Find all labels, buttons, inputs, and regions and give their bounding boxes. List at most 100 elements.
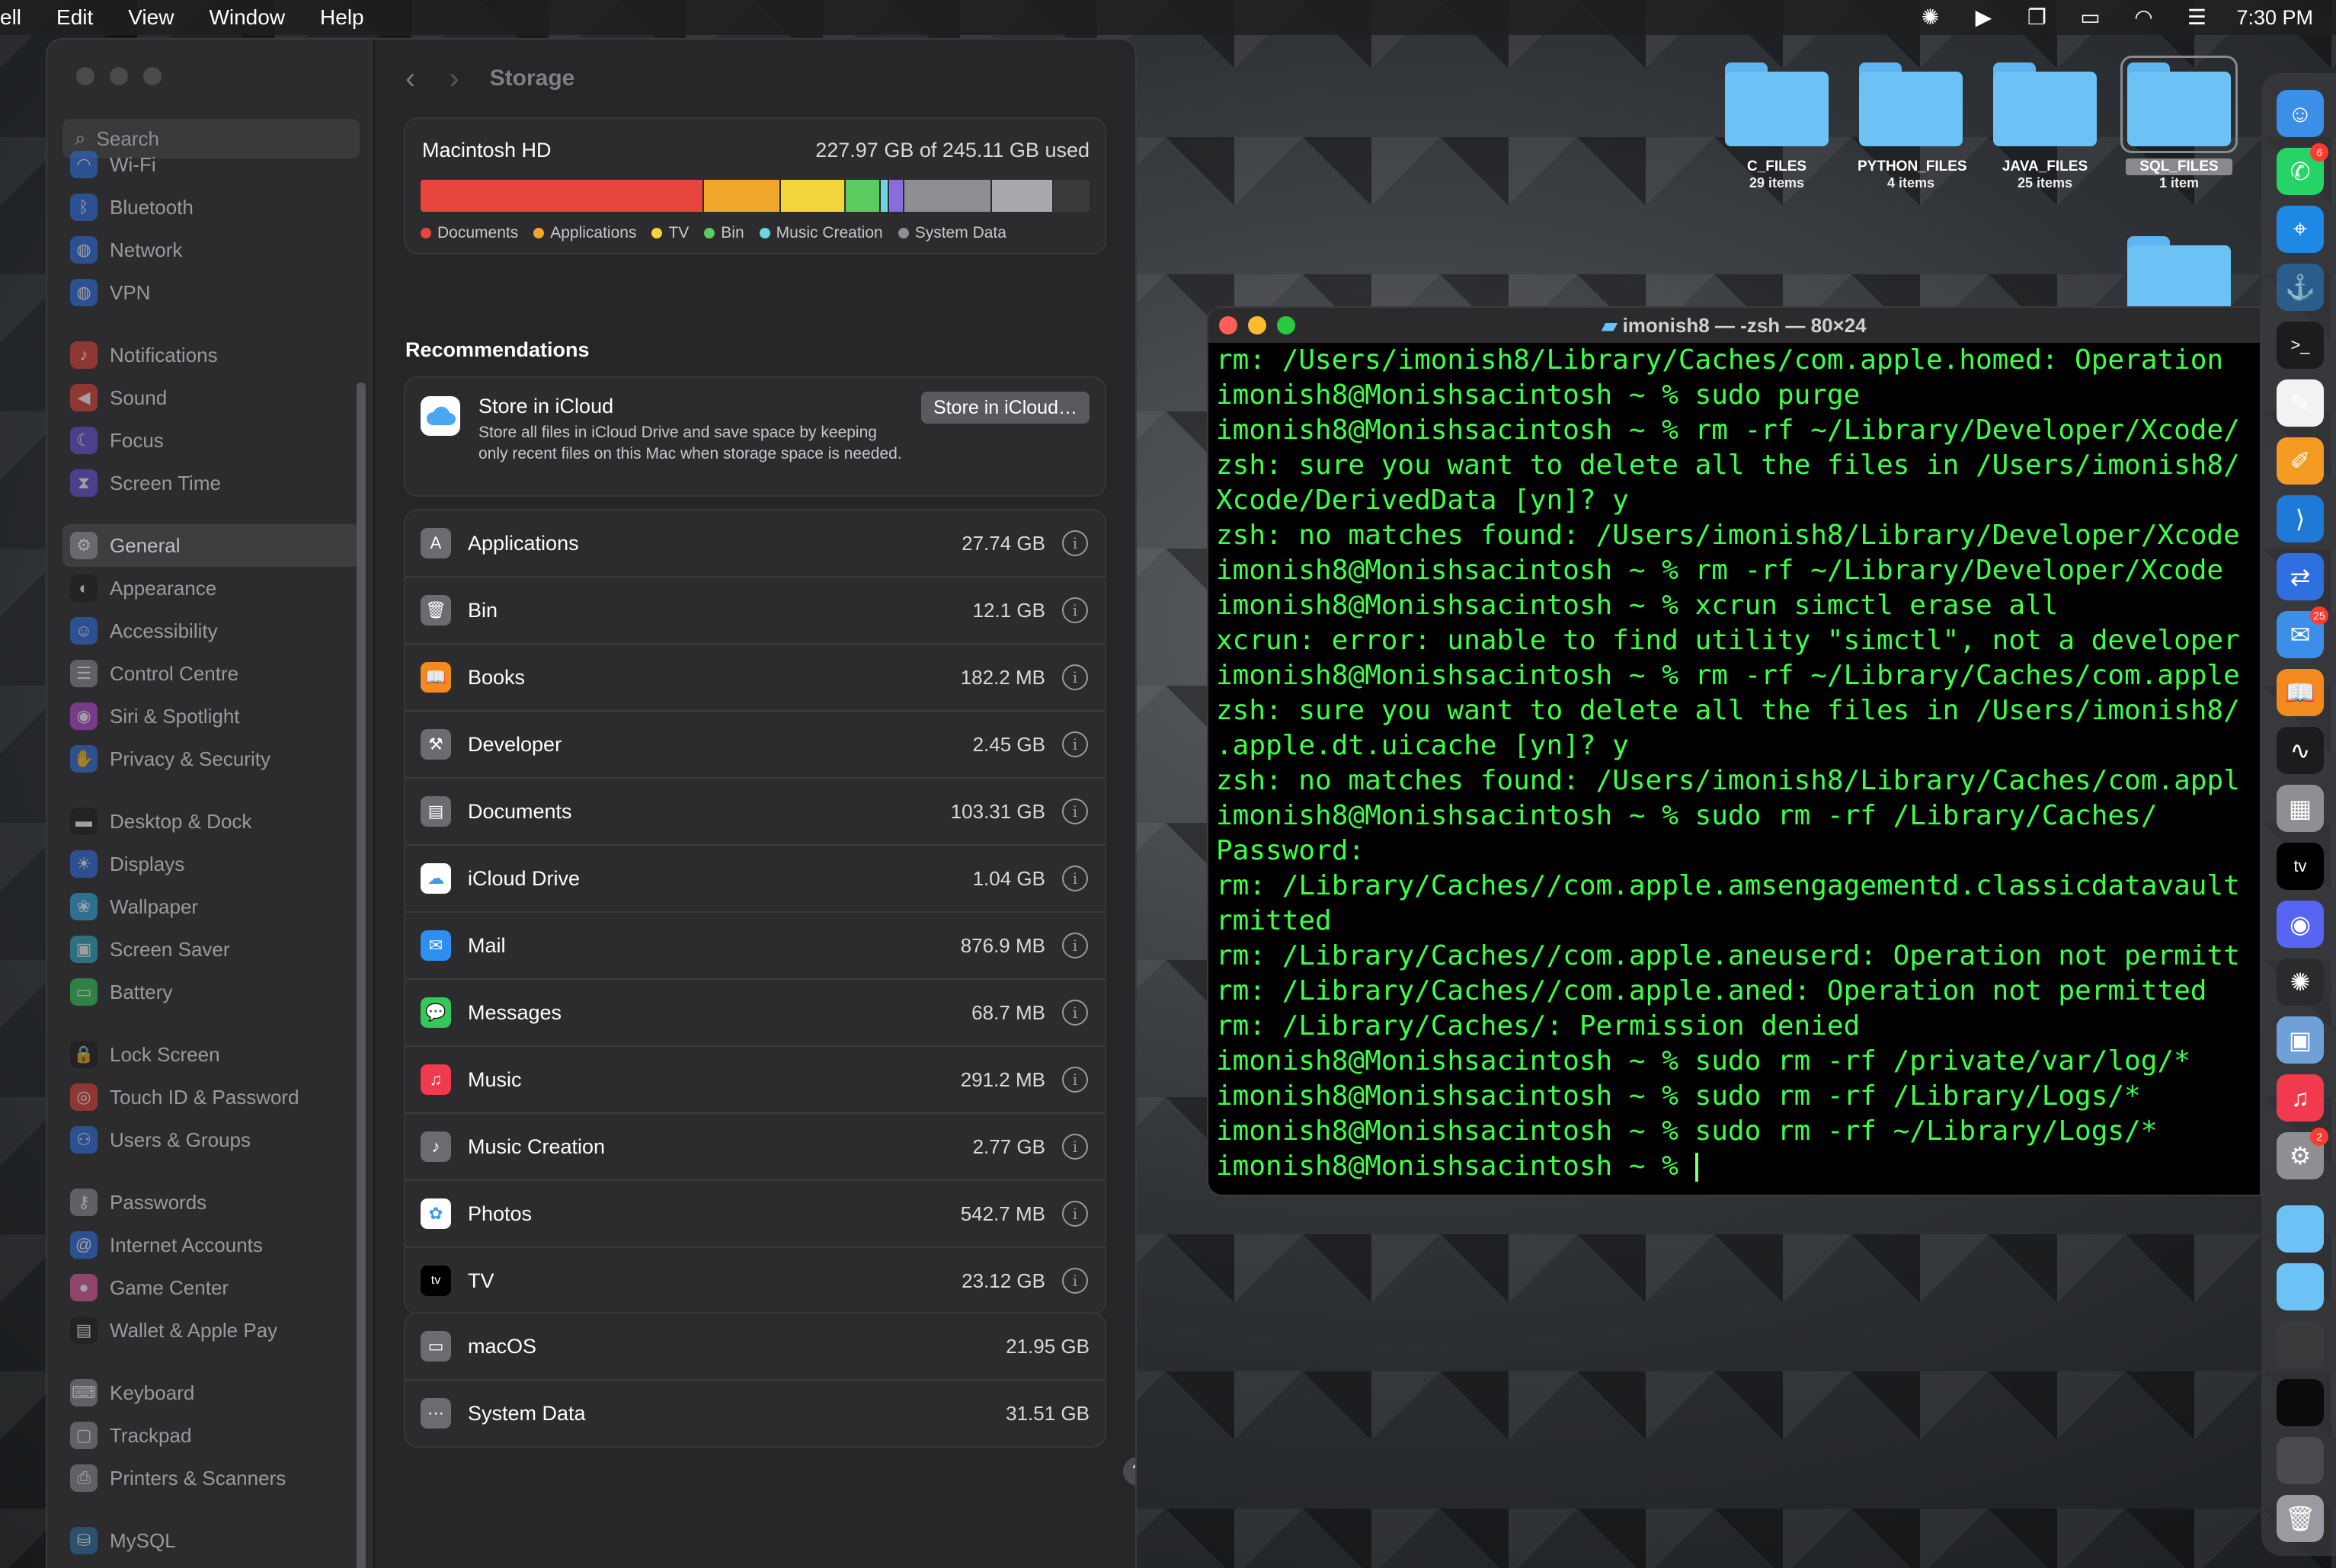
storage-row-icloud-drive[interactable]: ☁ iCloud Drive 1.04 GB i <box>405 846 1105 913</box>
info-icon[interactable]: i <box>1062 1268 1088 1294</box>
launchpad-icon[interactable]: ▦ <box>2277 785 2324 832</box>
sidebar-item-screen-time[interactable]: ⧗ Screen Time <box>62 462 360 504</box>
sidebar-item-sound[interactable]: ◀ Sound <box>62 376 360 419</box>
minimize-button[interactable] <box>110 67 128 85</box>
play-icon[interactable]: ▶ <box>1970 7 1997 28</box>
desktop-folder-c-files[interactable]: C_FILES 29 items <box>1723 62 1830 191</box>
sidebar-item-focus[interactable]: ☾ Focus <box>62 419 360 462</box>
menu-window[interactable]: Window <box>209 5 285 30</box>
clock[interactable]: 7:30 PM <box>2236 6 2313 30</box>
zoom-button[interactable] <box>143 67 162 85</box>
activity-monitor-icon[interactable]: ∿ <box>2277 727 2324 774</box>
downloads-folder-icon[interactable] <box>2277 1205 2324 1253</box>
safari-icon[interactable]: ⌖ <box>2277 206 2324 253</box>
info-icon[interactable]: i <box>1062 1134 1088 1160</box>
storage-row-documents[interactable]: ▤ Documents 103.31 GB i <box>405 779 1105 846</box>
screenshot-thumb-icon[interactable] <box>2277 1321 2324 1368</box>
sidebar-item-users-groups[interactable]: ⚇ Users & Groups <box>62 1118 360 1161</box>
chatgpt-icon[interactable]: ✺ <box>2277 958 2324 1006</box>
info-icon[interactable]: i <box>1062 866 1088 891</box>
mysql-workbench-icon[interactable]: ⚓ <box>2277 264 2324 311</box>
books-icon[interactable]: 📖 <box>2277 669 2324 716</box>
info-icon[interactable]: i <box>1062 798 1088 824</box>
sidebar-item-siri-spotlight[interactable]: ◉ Siri & Spotlight <box>62 695 360 738</box>
sidebar-item-game-center[interactable]: ● Game Center <box>62 1266 360 1309</box>
sidebar-item-displays[interactable]: ☀ Displays <box>62 843 360 885</box>
sidebar-item-accessibility[interactable]: ☺ Accessibility <box>62 610 360 652</box>
sidebar-item-internet-accounts[interactable]: @ Internet Accounts <box>62 1224 360 1266</box>
sidebar-item-vpn[interactable]: ◍ VPN <box>62 271 360 314</box>
storage-row-macos[interactable]: ▭ macOS 21.95 GB <box>405 1314 1105 1381</box>
sidebar-item-desktop-dock[interactable]: ▬ Desktop & Dock <box>62 800 360 843</box>
storage-row-messages[interactable]: 💬 Messages 68.7 MB i <box>405 980 1105 1047</box>
storage-row-mail[interactable]: ✉ Mail 876.9 MB i <box>405 913 1105 980</box>
menu-view[interactable]: View <box>128 5 174 30</box>
wifi-icon[interactable]: ◠ <box>2130 7 2157 28</box>
back-button[interactable]: ‹ <box>405 62 415 96</box>
desktop-folder-python-files[interactable]: PYTHON_FILES 4 items <box>1858 62 1967 191</box>
finder-icon[interactable]: ☺ <box>2277 90 2324 137</box>
sidebar-item-wallet-apple-pay[interactable]: ▤ Wallet & Apple Pay <box>62 1309 360 1352</box>
trash-icon[interactable]: 🗑 <box>2277 1495 2324 1542</box>
sidebar-item-notifications[interactable]: ♪ Notifications <box>62 334 360 376</box>
storage-row-tv[interactable]: tv TV 23.12 GB i <box>405 1248 1105 1314</box>
info-icon[interactable]: i <box>1062 597 1088 623</box>
store-in-icloud-button[interactable]: Store in iCloud… <box>921 392 1090 424</box>
music-thumb-icon[interactable] <box>2277 1437 2324 1484</box>
storage-row-bin[interactable]: 🗑 Bin 12.1 GB i <box>405 578 1105 645</box>
migration-icon[interactable]: ⇄ <box>2277 553 2324 600</box>
forward-button[interactable]: › <box>449 62 459 96</box>
music-icon[interactable]: ♫ <box>2277 1074 2324 1122</box>
preview-icon[interactable]: ▣ <box>2277 1016 2324 1064</box>
vscode-icon[interactable]: ⟩ <box>2277 495 2324 542</box>
sidebar-item-control-centre[interactable]: ☰ Control Centre <box>62 652 360 695</box>
apple-tv-icon[interactable]: tv <box>2277 843 2324 890</box>
info-icon[interactable]: i <box>1062 1201 1088 1227</box>
sidebar-item-lock-screen[interactable]: 🔒 Lock Screen <box>62 1033 360 1076</box>
storage-row-system-data[interactable]: ⋯ System Data 31.51 GB <box>405 1381 1105 1446</box>
close-button[interactable] <box>76 67 94 85</box>
terminal-thumb-icon[interactable] <box>2277 1379 2324 1426</box>
sidebar-item-keyboard[interactable]: ⌨ Keyboard <box>62 1371 360 1414</box>
help-button[interactable]: ? <box>1123 1457 1135 1486</box>
menu-help[interactable]: Help <box>320 5 364 30</box>
desktop-folder-java-files[interactable]: JAVA_FILES 25 items <box>1992 62 2098 191</box>
sidebar-item-network[interactable]: ◍ Network <box>62 229 360 271</box>
terminal-output[interactable]: rm: /Users/imonish8/Library/Caches/com.a… <box>1208 343 2260 1184</box>
sidebar-item-battery[interactable]: ▭ Battery <box>62 971 360 1013</box>
battery-icon[interactable]: ▭ <box>2076 7 2104 28</box>
system-settings-icon[interactable]: ⚙ 2 <box>2277 1128 2328 1179</box>
sidebar-item-screen-saver[interactable]: ▣ Screen Saver <box>62 928 360 971</box>
mail-icon[interactable]: ✉ 25 <box>2277 606 2328 658</box>
documents-folder-icon[interactable] <box>2277 1263 2324 1310</box>
sidebar-item-general[interactable]: ⚙ General <box>62 524 360 567</box>
pages-icon[interactable]: ✐ <box>2277 437 2324 485</box>
sidebar-item-appearance[interactable]: ◐ Appearance <box>62 567 360 610</box>
terminal-window[interactable]: ▰ imonish8 — -zsh — 80×24 rm: /Users/imo… <box>1208 308 2260 1195</box>
menu-edit[interactable]: Edit <box>56 5 93 30</box>
storage-row-music[interactable]: ♫ Music 291.2 MB i <box>405 1047 1105 1114</box>
terminal-prompt-line[interactable]: imonish8@Monishsacintosh ~ % <box>1216 1149 2260 1184</box>
desktop-folder-sql-files[interactable]: SQL_FILES 1 item <box>2120 56 2238 191</box>
menu-ell[interactable]: ell <box>0 5 21 30</box>
chatgpt-menu-icon[interactable]: ✺ <box>1916 7 1944 28</box>
sidebar-item-bluetooth[interactable]: ᛒ Bluetooth <box>62 186 360 229</box>
storage-row-photos[interactable]: ✿ Photos 542.7 MB i <box>405 1181 1105 1248</box>
info-icon[interactable]: i <box>1062 664 1088 690</box>
storage-row-developer[interactable]: ⚒ Developer 2.45 GB i <box>405 712 1105 779</box>
textedit-icon[interactable]: ✎ <box>2277 379 2324 427</box>
info-icon[interactable]: i <box>1062 1000 1088 1026</box>
storage-row-books[interactable]: 📖 Books 182.2 MB i <box>405 645 1105 712</box>
storage-row-applications[interactable]: A Applications 27.74 GB i <box>405 510 1105 578</box>
storage-row-music-creation[interactable]: ♪ Music Creation 2.77 GB i <box>405 1114 1105 1181</box>
sidebar-item-wi-fi[interactable]: ◠ Wi-Fi <box>62 143 360 186</box>
discord-icon[interactable]: ◉ <box>2277 901 2324 948</box>
sidebar-scrollbar[interactable] <box>357 382 366 1568</box>
sidebar-item-privacy-security[interactable]: ✋ Privacy & Security <box>62 738 360 780</box>
info-icon[interactable]: i <box>1062 530 1088 556</box>
screen-mirror-icon[interactable]: ❐ <box>2023 7 2050 28</box>
control-centre-icon[interactable]: ☰ <box>2183 7 2210 28</box>
sidebar-item-touch-id-password[interactable]: ◎ Touch ID & Password <box>62 1076 360 1118</box>
terminal-icon[interactable]: >_ <box>2277 322 2324 369</box>
sidebar-item-printers-scanners[interactable]: ⎙ Printers & Scanners <box>62 1457 360 1499</box>
